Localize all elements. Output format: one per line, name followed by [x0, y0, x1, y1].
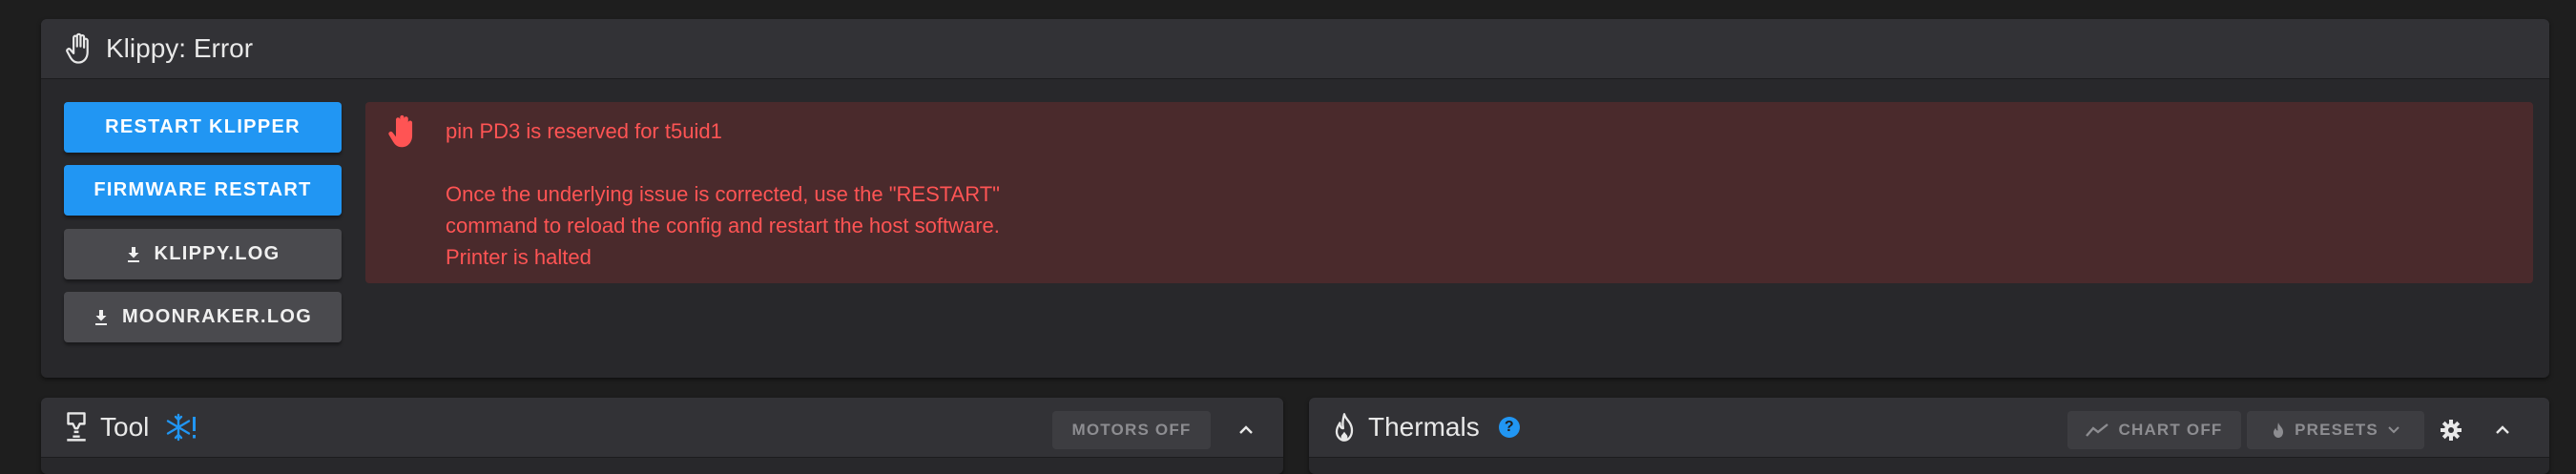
- fire-icon: [1332, 412, 1357, 443]
- thermals-panel-title: Thermals: [1368, 412, 1480, 442]
- restart-klipper-label: RESTART KLIPPER: [105, 116, 301, 137]
- thermals-settings-button[interactable]: [2432, 411, 2470, 449]
- firmware-restart-button[interactable]: FIRMWARE RESTART: [64, 165, 342, 216]
- chevron-up-icon: [2495, 425, 2510, 435]
- error-panel-title: Klippy: Error: [106, 33, 254, 63]
- download-icon: [126, 246, 141, 263]
- motors-off-button[interactable]: MOTORS OFF: [1052, 411, 1211, 449]
- tool-panel: Tool MOTORS OFF: [41, 398, 1283, 474]
- snowflake-alert-icon[interactable]: [166, 412, 198, 443]
- presets-label: PRESETS: [2295, 421, 2379, 439]
- thermals-collapse-button[interactable]: [2483, 411, 2522, 449]
- error-message-line: Once the underlying issue is corrected, …: [446, 182, 1000, 206]
- restart-klipper-button[interactable]: RESTART KLIPPER: [64, 102, 342, 153]
- error-message-line: command to reload the config and restart…: [446, 214, 1000, 237]
- fire-icon: [2272, 422, 2285, 439]
- printer-nozzle-icon: [62, 411, 91, 443]
- thermals-panel: Thermals ? CHART OFF PRESETS: [1309, 398, 2549, 474]
- error-message-line: [446, 147, 1000, 178]
- error-message: pin PD3 is reserved for t5uid1 Once the …: [446, 115, 1000, 273]
- klippy-log-label: KLIPPY.LOG: [154, 243, 280, 264]
- chart-toggle-button[interactable]: CHART OFF: [2067, 411, 2241, 449]
- chart-toggle-label: CHART OFF: [2118, 421, 2223, 439]
- presets-dropdown-button[interactable]: PRESETS: [2247, 411, 2424, 449]
- error-message-line: Printer is halted: [446, 245, 592, 269]
- error-message-line: pin PD3 is reserved for t5uid1: [446, 119, 722, 143]
- klippy-error-panel: Klippy: Error RESTART KLIPPER FIRMWARE R…: [41, 19, 2549, 378]
- klippy-log-download-button[interactable]: KLIPPY.LOG: [64, 229, 342, 279]
- chevron-up-icon: [1238, 425, 1254, 435]
- error-panel-header: Klippy: Error: [41, 19, 2549, 79]
- chevron-down-icon: [2388, 426, 2399, 434]
- moonraker-log-download-button[interactable]: MOONRAKER.LOG: [64, 292, 342, 342]
- hand-stop-icon: [386, 113, 417, 155]
- hand-icon: [64, 32, 93, 65]
- error-alert: pin PD3 is reserved for t5uid1 Once the …: [365, 102, 2533, 283]
- tool-collapse-button[interactable]: [1227, 411, 1265, 449]
- moonraker-log-label: MOONRAKER.LOG: [121, 306, 313, 327]
- help-icon[interactable]: ?: [1498, 417, 1520, 438]
- motors-off-label: MOTORS OFF: [1071, 421, 1192, 439]
- chart-line-icon: [2086, 422, 2109, 438]
- download-icon: [93, 309, 109, 326]
- tool-panel-title: Tool: [100, 412, 150, 442]
- gear-icon: [2440, 419, 2462, 442]
- firmware-restart-label: FIRMWARE RESTART: [93, 179, 312, 200]
